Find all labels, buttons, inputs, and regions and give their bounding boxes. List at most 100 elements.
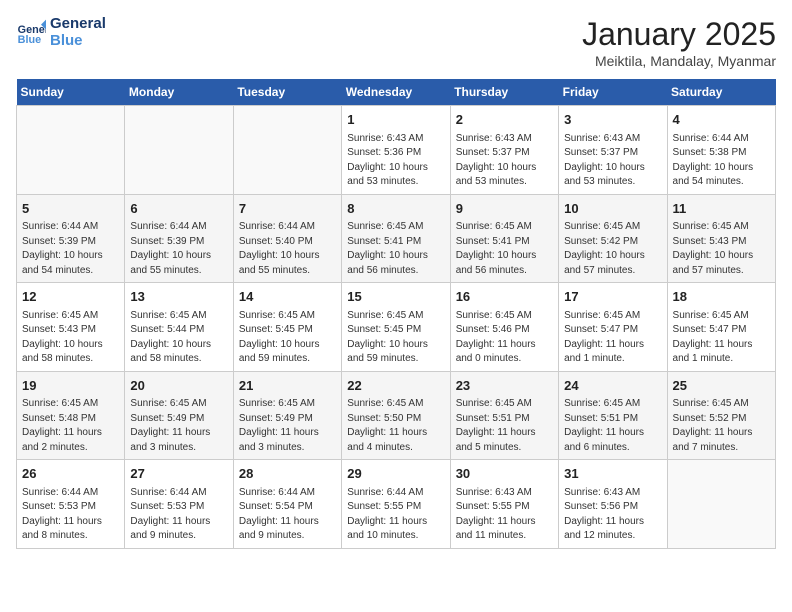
calendar-cell: 24Sunrise: 6:45 AM Sunset: 5:51 PM Dayli… — [559, 371, 667, 460]
weekday-header-sunday: Sunday — [17, 79, 125, 106]
day-number: 11 — [673, 199, 770, 219]
day-info: Sunrise: 6:45 AM Sunset: 5:45 PM Dayligh… — [347, 309, 444, 367]
day-info: Sunrise: 6:45 AM Sunset: 5:43 PM Dayligh… — [22, 309, 119, 367]
logo-icon: General Blue — [16, 18, 46, 48]
day-info: Sunrise: 6:43 AM Sunset: 5:37 PM Dayligh… — [564, 132, 661, 190]
calendar-cell: 19Sunrise: 6:45 AM Sunset: 5:48 PM Dayli… — [17, 371, 125, 460]
calendar-cell: 13Sunrise: 6:45 AM Sunset: 5:44 PM Dayli… — [125, 283, 233, 372]
calendar-cell: 27Sunrise: 6:44 AM Sunset: 5:53 PM Dayli… — [125, 460, 233, 549]
day-info: Sunrise: 6:45 AM Sunset: 5:42 PM Dayligh… — [564, 220, 661, 278]
day-info: Sunrise: 6:45 AM Sunset: 5:51 PM Dayligh… — [564, 397, 661, 455]
day-number: 2 — [456, 110, 553, 130]
day-info: Sunrise: 6:45 AM Sunset: 5:48 PM Dayligh… — [22, 397, 119, 455]
weekday-header-monday: Monday — [125, 79, 233, 106]
day-info: Sunrise: 6:43 AM Sunset: 5:56 PM Dayligh… — [564, 486, 661, 544]
day-number: 7 — [239, 199, 336, 219]
calendar-cell: 1Sunrise: 6:43 AM Sunset: 5:36 PM Daylig… — [342, 106, 450, 195]
calendar-cell: 7Sunrise: 6:44 AM Sunset: 5:40 PM Daylig… — [233, 194, 341, 283]
svg-text:Blue: Blue — [18, 34, 41, 46]
page-header: General Blue General Blue January 2025 M… — [16, 16, 776, 69]
day-info: Sunrise: 6:45 AM Sunset: 5:51 PM Dayligh… — [456, 397, 553, 455]
calendar-cell: 26Sunrise: 6:44 AM Sunset: 5:53 PM Dayli… — [17, 460, 125, 549]
calendar-cell: 28Sunrise: 6:44 AM Sunset: 5:54 PM Dayli… — [233, 460, 341, 549]
weekday-header-thursday: Thursday — [450, 79, 558, 106]
weekday-header-friday: Friday — [559, 79, 667, 106]
day-number: 26 — [22, 464, 119, 484]
calendar-cell: 30Sunrise: 6:43 AM Sunset: 5:55 PM Dayli… — [450, 460, 558, 549]
calendar-cell — [17, 106, 125, 195]
day-info: Sunrise: 6:45 AM Sunset: 5:49 PM Dayligh… — [239, 397, 336, 455]
day-number: 5 — [22, 199, 119, 219]
day-number: 24 — [564, 376, 661, 396]
day-info: Sunrise: 6:43 AM Sunset: 5:36 PM Dayligh… — [347, 132, 444, 190]
calendar-week-row: 12Sunrise: 6:45 AM Sunset: 5:43 PM Dayli… — [17, 283, 776, 372]
weekday-header-saturday: Saturday — [667, 79, 775, 106]
day-number: 1 — [347, 110, 444, 130]
day-info: Sunrise: 6:44 AM Sunset: 5:40 PM Dayligh… — [239, 220, 336, 278]
calendar-cell: 11Sunrise: 6:45 AM Sunset: 5:43 PM Dayli… — [667, 194, 775, 283]
calendar-cell: 29Sunrise: 6:44 AM Sunset: 5:55 PM Dayli… — [342, 460, 450, 549]
day-number: 16 — [456, 287, 553, 307]
calendar-cell: 15Sunrise: 6:45 AM Sunset: 5:45 PM Dayli… — [342, 283, 450, 372]
day-info: Sunrise: 6:44 AM Sunset: 5:55 PM Dayligh… — [347, 486, 444, 544]
calendar-cell: 21Sunrise: 6:45 AM Sunset: 5:49 PM Dayli… — [233, 371, 341, 460]
calendar-week-row: 5Sunrise: 6:44 AM Sunset: 5:39 PM Daylig… — [17, 194, 776, 283]
day-number: 15 — [347, 287, 444, 307]
day-info: Sunrise: 6:45 AM Sunset: 5:50 PM Dayligh… — [347, 397, 444, 455]
day-number: 20 — [130, 376, 227, 396]
day-number: 3 — [564, 110, 661, 130]
day-number: 21 — [239, 376, 336, 396]
day-number: 31 — [564, 464, 661, 484]
calendar-cell — [125, 106, 233, 195]
day-info: Sunrise: 6:43 AM Sunset: 5:37 PM Dayligh… — [456, 132, 553, 190]
calendar-title: January 2025 — [582, 16, 776, 53]
day-number: 28 — [239, 464, 336, 484]
day-info: Sunrise: 6:44 AM Sunset: 5:54 PM Dayligh… — [239, 486, 336, 544]
logo-text-blue: Blue — [50, 33, 106, 50]
calendar-cell — [667, 460, 775, 549]
calendar-cell: 31Sunrise: 6:43 AM Sunset: 5:56 PM Dayli… — [559, 460, 667, 549]
calendar-cell: 17Sunrise: 6:45 AM Sunset: 5:47 PM Dayli… — [559, 283, 667, 372]
day-number: 18 — [673, 287, 770, 307]
day-number: 4 — [673, 110, 770, 130]
day-number: 23 — [456, 376, 553, 396]
calendar-cell: 14Sunrise: 6:45 AM Sunset: 5:45 PM Dayli… — [233, 283, 341, 372]
calendar-week-row: 1Sunrise: 6:43 AM Sunset: 5:36 PM Daylig… — [17, 106, 776, 195]
calendar-subtitle: Meiktila, Mandalay, Myanmar — [582, 53, 776, 69]
calendar-table: SundayMondayTuesdayWednesdayThursdayFrid… — [16, 79, 776, 549]
day-number: 10 — [564, 199, 661, 219]
calendar-cell: 3Sunrise: 6:43 AM Sunset: 5:37 PM Daylig… — [559, 106, 667, 195]
day-number: 13 — [130, 287, 227, 307]
day-info: Sunrise: 6:45 AM Sunset: 5:41 PM Dayligh… — [347, 220, 444, 278]
day-info: Sunrise: 6:45 AM Sunset: 5:52 PM Dayligh… — [673, 397, 770, 455]
day-number: 30 — [456, 464, 553, 484]
calendar-cell: 25Sunrise: 6:45 AM Sunset: 5:52 PM Dayli… — [667, 371, 775, 460]
calendar-cell: 4Sunrise: 6:44 AM Sunset: 5:38 PM Daylig… — [667, 106, 775, 195]
day-info: Sunrise: 6:44 AM Sunset: 5:53 PM Dayligh… — [130, 486, 227, 544]
calendar-cell: 6Sunrise: 6:44 AM Sunset: 5:39 PM Daylig… — [125, 194, 233, 283]
day-info: Sunrise: 6:44 AM Sunset: 5:53 PM Dayligh… — [22, 486, 119, 544]
day-info: Sunrise: 6:44 AM Sunset: 5:39 PM Dayligh… — [130, 220, 227, 278]
day-number: 9 — [456, 199, 553, 219]
weekday-header-wednesday: Wednesday — [342, 79, 450, 106]
logo: General Blue General Blue — [16, 16, 106, 49]
day-number: 25 — [673, 376, 770, 396]
calendar-cell: 12Sunrise: 6:45 AM Sunset: 5:43 PM Dayli… — [17, 283, 125, 372]
calendar-cell: 23Sunrise: 6:45 AM Sunset: 5:51 PM Dayli… — [450, 371, 558, 460]
calendar-cell: 16Sunrise: 6:45 AM Sunset: 5:46 PM Dayli… — [450, 283, 558, 372]
calendar-cell: 2Sunrise: 6:43 AM Sunset: 5:37 PM Daylig… — [450, 106, 558, 195]
day-number: 19 — [22, 376, 119, 396]
calendar-cell: 22Sunrise: 6:45 AM Sunset: 5:50 PM Dayli… — [342, 371, 450, 460]
day-number: 27 — [130, 464, 227, 484]
day-info: Sunrise: 6:45 AM Sunset: 5:44 PM Dayligh… — [130, 309, 227, 367]
day-number: 12 — [22, 287, 119, 307]
day-number: 17 — [564, 287, 661, 307]
day-info: Sunrise: 6:44 AM Sunset: 5:39 PM Dayligh… — [22, 220, 119, 278]
calendar-cell: 10Sunrise: 6:45 AM Sunset: 5:42 PM Dayli… — [559, 194, 667, 283]
day-info: Sunrise: 6:45 AM Sunset: 5:49 PM Dayligh… — [130, 397, 227, 455]
day-info: Sunrise: 6:45 AM Sunset: 5:47 PM Dayligh… — [564, 309, 661, 367]
calendar-header-row: SundayMondayTuesdayWednesdayThursdayFrid… — [17, 79, 776, 106]
day-info: Sunrise: 6:45 AM Sunset: 5:41 PM Dayligh… — [456, 220, 553, 278]
calendar-cell: 8Sunrise: 6:45 AM Sunset: 5:41 PM Daylig… — [342, 194, 450, 283]
title-block: January 2025 Meiktila, Mandalay, Myanmar — [582, 16, 776, 69]
